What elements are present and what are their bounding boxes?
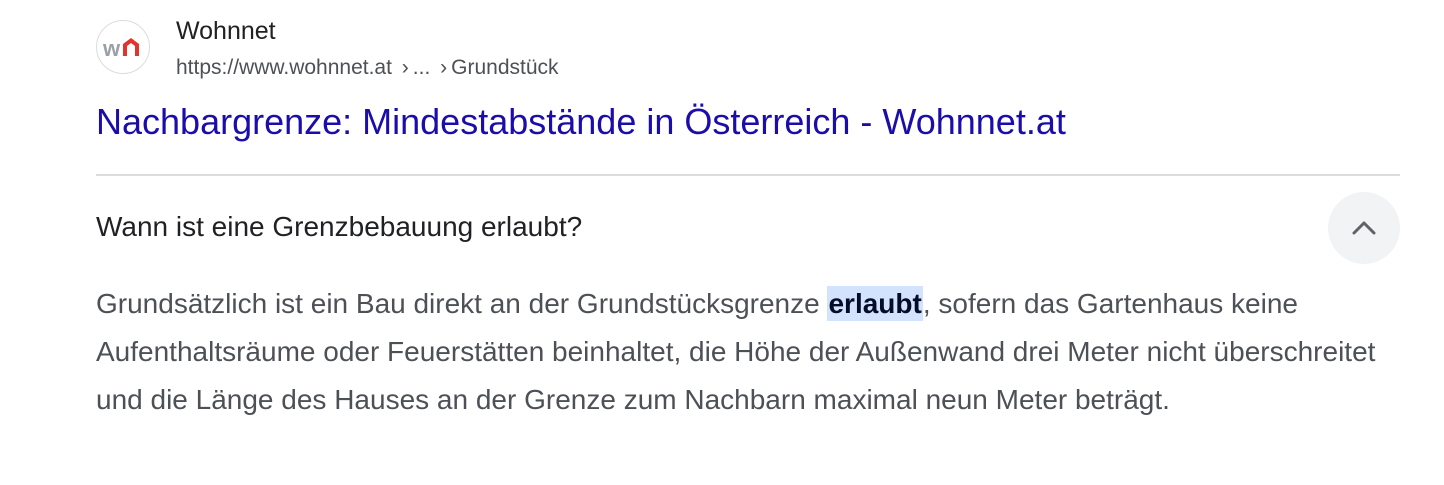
divider [96,174,1400,176]
result-title-link[interactable]: Nachbargrenze: Mindestabstände in Österr… [96,98,1066,146]
collapse-toggle-button[interactable] [1328,192,1400,264]
faq-answer: Grundsätzlich ist ein Bau direkt an der … [96,280,1400,424]
breadcrumb-path: Grundstück [451,56,559,79]
svg-text:w: w [103,36,121,59]
answer-text-before: Grundsätzlich ist ein Bau direkt an der … [96,288,828,319]
breadcrumb-url: https://www.wohnnet.at [176,56,392,79]
breadcrumb-ellipsis: ... [412,56,431,79]
faq-question[interactable]: Wann ist eine Grenzbebauung erlaubt? [96,208,582,246]
wohnnet-logo-icon: w [103,36,139,59]
site-favicon[interactable]: w [96,20,150,74]
site-name[interactable]: Wohnnet [176,14,276,48]
answer-highlight: erlaubt [827,286,923,321]
breadcrumb-separator: › [440,56,448,79]
chevron-up-icon [1352,221,1376,235]
breadcrumb[interactable]: https://www.wohnnet.at ›... › Grundstück [176,54,559,82]
breadcrumb-separator: › [401,56,409,79]
